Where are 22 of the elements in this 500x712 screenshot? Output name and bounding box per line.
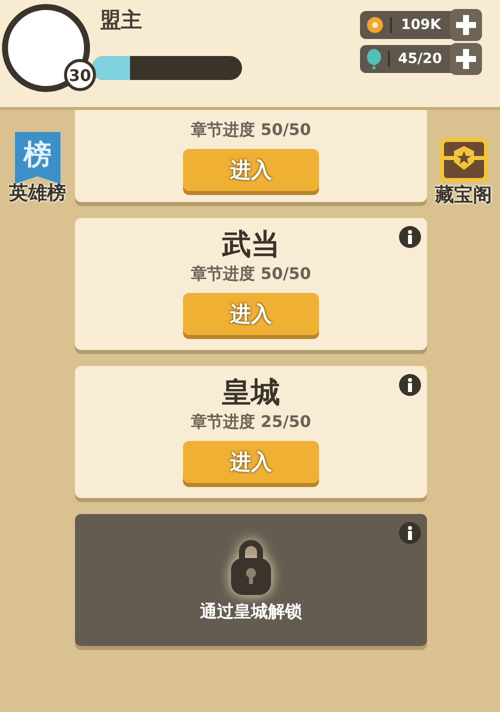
plus-icon [455,48,477,70]
chapter-title: 皇城 [222,374,280,410]
enter-button[interactable]: 进入 [183,293,319,335]
side-menu-button[interactable]: 藏宝阁 [435,132,492,208]
info-icon[interactable] [399,374,421,396]
unlock-hint: 通过皇城解锁 [200,600,302,622]
banner-badge: 榜 [14,132,60,184]
level-badge: 30 [64,59,96,91]
add-button[interactable] [450,9,482,41]
player-name: 盟主 [100,7,142,34]
chapter-title: 武当 [222,226,280,262]
chapter-progress: 章节进度 50/50 [191,120,311,141]
enter-button[interactable]: 进入 [183,441,319,483]
balloon-icon [366,49,382,69]
info-icon[interactable] [399,226,421,248]
plus-icon [455,14,477,36]
side-menu-button[interactable]: 榜 英雄榜 [9,132,66,206]
info-icon[interactable] [399,522,421,544]
coin-icon [366,16,384,34]
padlock-icon [229,538,273,596]
add-button[interactable] [450,43,482,75]
enter-button[interactable]: 进入 [183,149,319,191]
